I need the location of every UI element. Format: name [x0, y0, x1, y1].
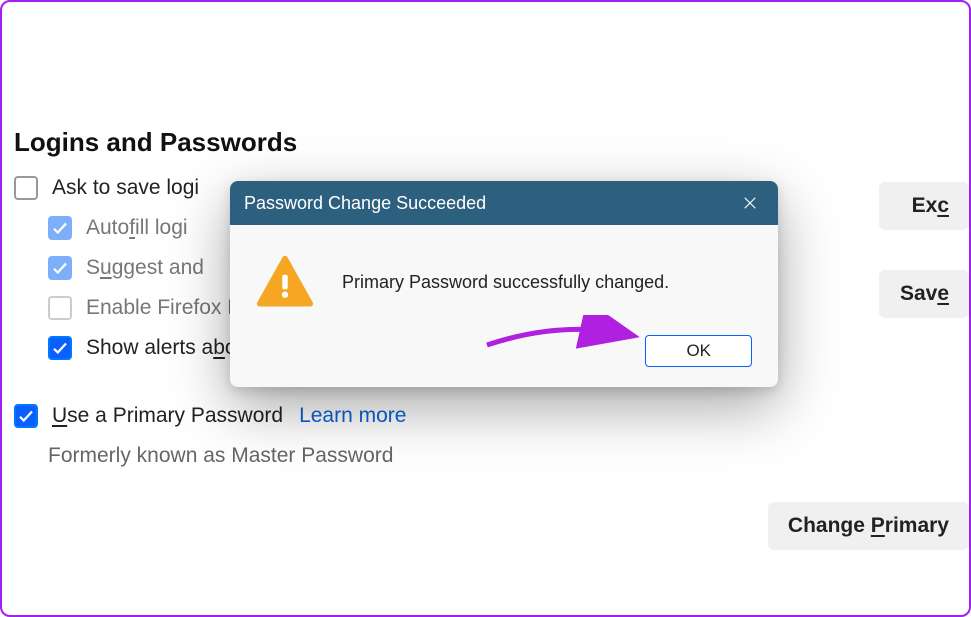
- checkbox-relay[interactable]: [48, 296, 72, 320]
- check-icon: [51, 259, 69, 277]
- dialog-message: Primary Password successfully changed.: [342, 272, 669, 293]
- dialog-footer: OK: [230, 321, 778, 387]
- option-label: Suggest and: [86, 256, 204, 280]
- dialog-title: Password Change Succeeded: [244, 193, 486, 214]
- exceptions-button[interactable]: Exc: [879, 182, 969, 230]
- section-title: Logins and Passwords: [14, 127, 959, 158]
- option-label: Autofill logi: [86, 216, 188, 240]
- option-label: Ask to save logi: [52, 176, 199, 200]
- learn-more-link[interactable]: Learn more: [299, 404, 406, 428]
- check-icon: [51, 219, 69, 237]
- check-icon: [17, 407, 35, 425]
- side-buttons: Exc Save: [879, 182, 969, 318]
- checkbox-ask-save[interactable]: [14, 176, 38, 200]
- close-icon[interactable]: [736, 189, 764, 217]
- checkbox-primary[interactable]: [14, 404, 38, 428]
- option-primary[interactable]: Use a Primary Password Learn more: [14, 404, 959, 428]
- dialog-titlebar: Password Change Succeeded: [230, 181, 778, 225]
- password-change-dialog: Password Change Succeeded Primary Passwo…: [230, 181, 778, 387]
- warning-icon: [256, 253, 314, 311]
- ok-button[interactable]: OK: [645, 335, 752, 367]
- dialog-body: Primary Password successfully changed.: [230, 225, 778, 321]
- primary-subtext: Formerly known as Master Password: [48, 444, 959, 468]
- checkbox-autofill[interactable]: [48, 216, 72, 240]
- check-icon: [51, 339, 69, 357]
- checkbox-suggest[interactable]: [48, 256, 72, 280]
- saved-logins-button[interactable]: Save: [879, 270, 969, 318]
- change-primary-button[interactable]: Change Primary: [768, 502, 969, 550]
- option-label: Use a Primary Password: [52, 404, 283, 428]
- checkbox-alerts[interactable]: [48, 336, 72, 360]
